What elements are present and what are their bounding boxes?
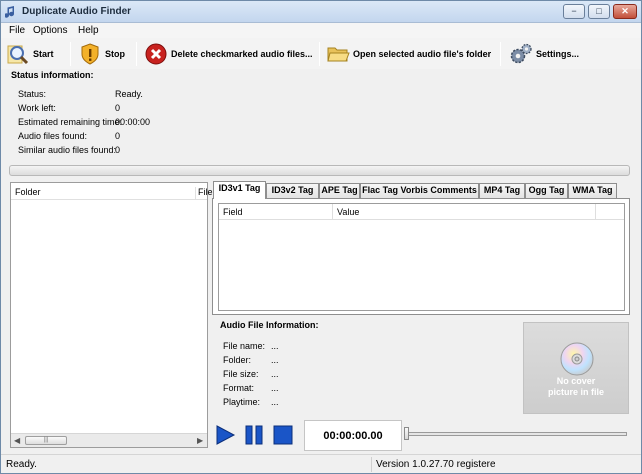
column-filler: [595, 204, 596, 220]
cd-disc-icon: [560, 342, 594, 376]
tab-wma[interactable]: WMA Tag: [568, 183, 617, 198]
column-value[interactable]: Value: [332, 204, 359, 220]
file-size-label: File size:: [223, 369, 259, 379]
menu-bar: File Options Help: [1, 23, 641, 38]
no-cover-text: No cover picture in file: [524, 376, 628, 398]
start-label: Start: [33, 49, 54, 59]
settings-label: Settings...: [536, 49, 580, 59]
similar-found-label: Similar audio files found:: [18, 145, 117, 155]
menu-options[interactable]: Options: [33, 25, 67, 36]
file-size-value: ...: [271, 369, 279, 379]
tab-id3v2[interactable]: ID3v2 Tag: [266, 183, 319, 198]
no-cover-line2: picture in file: [547, 387, 604, 397]
status-bar: Ready. Version 1.0.27.70 registere: [1, 454, 641, 473]
gears-icon: [510, 43, 532, 64]
menu-file[interactable]: File: [9, 25, 25, 36]
audio-player: 00:00:00.00: [212, 418, 630, 452]
play-icon[interactable]: [214, 424, 236, 446]
file-name-label: File name:: [223, 341, 266, 351]
file-name-value: ...: [271, 341, 279, 351]
toolbar-separator: [500, 42, 501, 66]
tab-mp4[interactable]: MP4 Tag: [479, 183, 525, 198]
tab-flac-vorbis[interactable]: Flac Tag Vorbis Comments: [360, 183, 479, 198]
red-x-icon: [145, 43, 167, 65]
scrollbar-thumb[interactable]: |||: [25, 436, 67, 445]
scroll-left-arrow-icon[interactable]: ◀: [14, 436, 20, 445]
open-folder-label: Open selected audio file's folder: [353, 49, 492, 59]
pause-icon[interactable]: [243, 424, 265, 446]
stop-label: Stop: [105, 49, 125, 59]
folder-list[interactable]: Folder File ◀ ||| ▶: [10, 182, 213, 448]
remaining-time-label: Estimated remaining time:: [18, 117, 123, 127]
start-button[interactable]: Start: [6, 41, 54, 67]
seek-slider-thumb[interactable]: [404, 427, 409, 440]
app-note-icon: [5, 6, 15, 18]
status-panel: Status information: Status: Ready. Work …: [1, 69, 641, 161]
format-label: Format:: [223, 383, 255, 393]
file-info-heading: Audio File Information:: [220, 320, 319, 330]
tag-field-grid[interactable]: Field Value: [218, 203, 625, 311]
playtime-value: ...: [271, 397, 279, 407]
file-info-panel: Audio File Information: File name: ... F…: [212, 317, 519, 417]
work-left-value: 0: [115, 103, 121, 113]
folder-label: Folder:: [223, 355, 252, 365]
tab-ape[interactable]: APE Tag: [319, 183, 360, 198]
horizontal-scrollbar[interactable]: ◀ ||| ▶: [11, 433, 207, 447]
toolbar-separator: [319, 42, 320, 66]
toolbar-separator: [136, 42, 137, 66]
scroll-right-arrow-icon[interactable]: ▶: [197, 436, 203, 445]
column-folder[interactable]: Folder: [15, 187, 41, 197]
delete-files-label: Delete checkmarked audio files...: [171, 49, 313, 59]
close-button[interactable]: ✕: [613, 4, 637, 19]
stop-button[interactable]: Stop: [78, 41, 125, 67]
similar-found-value: 0: [115, 145, 121, 155]
tag-tabs: ID3v1 Tag ID3v2 Tag APE Tag Flac Tag Vor…: [212, 181, 630, 199]
tag-tab-panel: Field Value: [212, 198, 630, 315]
scan-progress-bar: [9, 165, 630, 176]
stop-icon[interactable]: [272, 424, 294, 446]
tab-id3v1[interactable]: ID3v1 Tag: [213, 181, 266, 199]
column-field[interactable]: Field: [223, 207, 243, 217]
settings-button[interactable]: Settings...: [509, 41, 579, 67]
remaining-time-value: 00:00:00: [115, 117, 151, 127]
menu-help[interactable]: Help: [78, 25, 99, 36]
maximize-button[interactable]: □: [588, 4, 610, 19]
delete-files-button[interactable]: Delete checkmarked audio files...: [144, 41, 313, 67]
cover-picture: No cover picture in file: [523, 322, 629, 414]
files-found-value: 0: [115, 131, 121, 141]
title-bar[interactable]: Duplicate Audio Finder − □ ✕: [1, 1, 641, 23]
format-value: ...: [271, 383, 279, 393]
folder-list-header: Folder File: [11, 183, 213, 200]
column-file[interactable]: File: [195, 187, 213, 199]
app-window: Duplicate Audio Finder − □ ✕ File Option…: [0, 0, 642, 474]
status-bar-text: Ready.: [6, 459, 37, 470]
version-text: Version 1.0.27.70 registere: [371, 457, 495, 472]
playback-time: 00:00:00.00: [304, 420, 402, 451]
folder-value: ...: [271, 355, 279, 365]
toolbar-separator: [70, 42, 71, 66]
status-heading: Status information:: [11, 70, 94, 80]
status-label: Status:: [18, 89, 47, 99]
playtime-label: Playtime:: [223, 397, 261, 407]
no-cover-line1: No cover: [556, 376, 596, 386]
work-left-label: Work left:: [18, 103, 56, 113]
seek-slider-track[interactable]: [407, 432, 627, 436]
open-folder-button[interactable]: Open selected audio file's folder: [326, 41, 491, 67]
search-magnifier-icon: [7, 45, 29, 65]
open-folder-icon: [327, 47, 350, 62]
shield-stop-icon: [81, 43, 99, 65]
toolbar: Start Stop Delete checkmarked audio file…: [1, 38, 641, 69]
minimize-button[interactable]: −: [563, 4, 585, 19]
tab-ogg[interactable]: Ogg Tag: [525, 183, 568, 198]
tag-grid-header: Field Value: [219, 204, 624, 220]
window-title: Duplicate Audio Finder: [22, 6, 132, 17]
files-found-label: Audio files found:: [18, 131, 88, 141]
status-value: Ready.: [115, 89, 143, 99]
